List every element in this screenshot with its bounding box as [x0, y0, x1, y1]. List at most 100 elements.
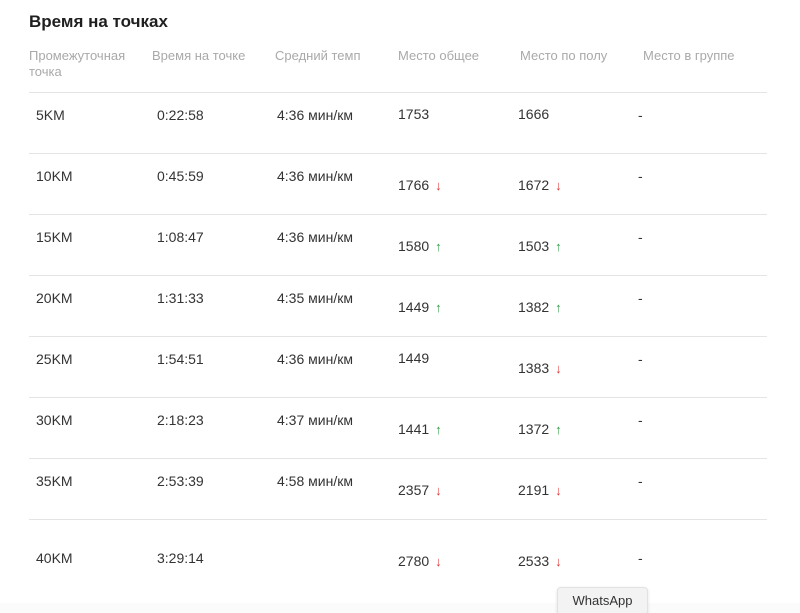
table-row: 15KM 1:08:47 4:36 мин/км 1580 ↑ 1503 ↑ - — [29, 215, 767, 276]
cell-time: 1:31:33 — [157, 290, 204, 306]
cell-time-value: 3:29:14 — [157, 550, 204, 566]
cell-overall-place: 1449 — [398, 350, 429, 366]
arrow-down-icon: ↓ — [435, 554, 442, 569]
bottom-bar — [0, 603, 800, 613]
cell-pace-value: 4:36 мин/км — [277, 107, 353, 123]
arrow-down-icon: ↓ — [435, 483, 442, 498]
cell-point: 5KM — [36, 107, 65, 123]
cell-pace-value: 4:35 мин/км — [277, 290, 353, 306]
cell-gender-place-value: 1372 — [518, 421, 550, 437]
cell-pace: 4:36 мин/км — [277, 229, 353, 245]
header-time: Время на точке — [152, 48, 246, 63]
arrow-up-icon: ↑ — [435, 239, 442, 254]
cell-gender-place: 1666 — [518, 106, 549, 122]
cell-point-value: 10KM — [36, 168, 73, 184]
cell-gender-place-value: 1672 — [518, 177, 550, 193]
cell-point-value: 35KM — [36, 473, 73, 489]
cell-gender-place: 1372 ↑ — [518, 421, 562, 437]
cell-overall-place-value: 1441 — [398, 421, 430, 437]
cell-point-value: 25KM — [36, 351, 73, 367]
cell-group-place-value: - — [638, 107, 643, 123]
arrow-up-icon: ↑ — [555, 300, 562, 315]
cell-gender-place: 2191 ↓ — [518, 482, 562, 498]
cell-time-value: 2:18:23 — [157, 412, 204, 428]
cell-point: 30KM — [36, 412, 73, 428]
cell-gender-place: 1383 ↓ — [518, 360, 562, 376]
cell-group-place-value: - — [638, 290, 643, 306]
cell-group-place: - — [638, 550, 643, 566]
cell-gender-place-value: 2191 — [518, 482, 550, 498]
table-header: Промежуточная точка Время на точке Средн… — [29, 46, 767, 93]
cell-group-place-value: - — [638, 229, 643, 245]
cell-gender-place-value: 1666 — [518, 106, 550, 122]
cell-point: 20KM — [36, 290, 73, 306]
cell-overall-place-value: 2357 — [398, 482, 430, 498]
cell-time: 2:18:23 — [157, 412, 204, 428]
checkpoint-times-page: Время на точках Промежуточная точка Врем… — [0, 0, 800, 613]
cell-time: 2:53:39 — [157, 473, 204, 489]
cell-pace-value: 4:58 мин/км — [277, 473, 353, 489]
cell-overall-place: 1580 ↑ — [398, 238, 442, 254]
cell-pace: 4:37 мин/км — [277, 412, 353, 428]
cell-pace: 4:35 мин/км — [277, 290, 353, 306]
cell-overall-place: 1753 — [398, 106, 429, 122]
table-row: 35KM 2:53:39 4:58 мин/км 2357 ↓ 2191 ↓ - — [29, 459, 767, 520]
arrow-down-icon: ↓ — [555, 178, 562, 193]
cell-overall-place: 2780 ↓ — [398, 553, 442, 569]
cell-overall-place-value: 1580 — [398, 238, 430, 254]
cell-gender-place-value: 1503 — [518, 238, 550, 254]
cell-overall-place-value: 1753 — [398, 106, 430, 122]
cell-time: 0:22:58 — [157, 107, 204, 123]
cell-point: 25KM — [36, 351, 73, 367]
cell-pace-value: 4:36 мин/км — [277, 168, 353, 184]
cell-pace: 4:36 мин/км — [277, 351, 353, 367]
cell-time-value: 0:22:58 — [157, 107, 204, 123]
cell-overall-place: 2357 ↓ — [398, 482, 442, 498]
cell-group-place-value: - — [638, 351, 643, 367]
cell-overall-place-value: 1449 — [398, 350, 430, 366]
cell-point: 10KM — [36, 168, 73, 184]
arrow-up-icon: ↑ — [555, 422, 562, 437]
cell-point-value: 15KM — [36, 229, 73, 245]
arrow-down-icon: ↓ — [555, 361, 562, 376]
cell-group-place-value: - — [638, 412, 643, 428]
cell-pace-value: 4:36 мин/км — [277, 229, 353, 245]
cell-time-value: 0:45:59 — [157, 168, 204, 184]
cell-group-place: - — [638, 168, 643, 184]
cell-gender-place: 1503 ↑ — [518, 238, 562, 254]
cell-group-place: - — [638, 473, 643, 489]
cell-group-place: - — [638, 107, 643, 123]
cell-time: 1:54:51 — [157, 351, 204, 367]
table-body: 5KM 0:22:58 4:36 мин/км 1753 1666 - 10KM 0:45:5… — [29, 93, 767, 592]
cell-time-value: 1:54:51 — [157, 351, 204, 367]
cell-point-value: 5KM — [36, 107, 65, 123]
table-row: 5KM 0:22:58 4:36 мин/км 1753 1666 - — [29, 93, 767, 154]
table-row: 10KM 0:45:59 4:36 мин/км 1766 ↓ 1672 ↓ - — [29, 154, 767, 215]
cell-point-value: 40KM — [36, 550, 73, 566]
cell-point: 40KM — [36, 550, 73, 566]
arrow-up-icon: ↑ — [555, 239, 562, 254]
table-row: 25KM 1:54:51 4:36 мин/км 1449 1383 ↓ - — [29, 337, 767, 398]
cell-pace: 4:36 мин/км — [277, 107, 353, 123]
cell-overall-place: 1441 ↑ — [398, 421, 442, 437]
arrow-down-icon: ↓ — [555, 554, 562, 569]
cell-time: 0:45:59 — [157, 168, 204, 184]
cell-overall-place-value: 2780 — [398, 553, 430, 569]
cell-point-value: 30KM — [36, 412, 73, 428]
cell-pace: 4:58 мин/км — [277, 473, 353, 489]
cell-group-place: - — [638, 351, 643, 367]
cell-point: 15KM — [36, 229, 73, 245]
cell-group-place: - — [638, 412, 643, 428]
cell-pace-value: 4:36 мин/км — [277, 351, 353, 367]
whatsapp-button[interactable]: WhatsApp — [557, 587, 648, 613]
cell-group-place: - — [638, 290, 643, 306]
cell-gender-place-value: 2533 — [518, 553, 550, 569]
cell-group-place: - — [638, 229, 643, 245]
cell-gender-place-value: 1383 — [518, 360, 550, 376]
cell-gender-place: 1382 ↑ — [518, 299, 562, 315]
header-pace: Средний темп — [275, 48, 361, 63]
cell-time: 1:08:47 — [157, 229, 204, 245]
cell-gender-place-value: 1382 — [518, 299, 550, 315]
cell-time-value: 2:53:39 — [157, 473, 204, 489]
checkpoint-table: Промежуточная точка Время на точке Средн… — [29, 46, 767, 592]
